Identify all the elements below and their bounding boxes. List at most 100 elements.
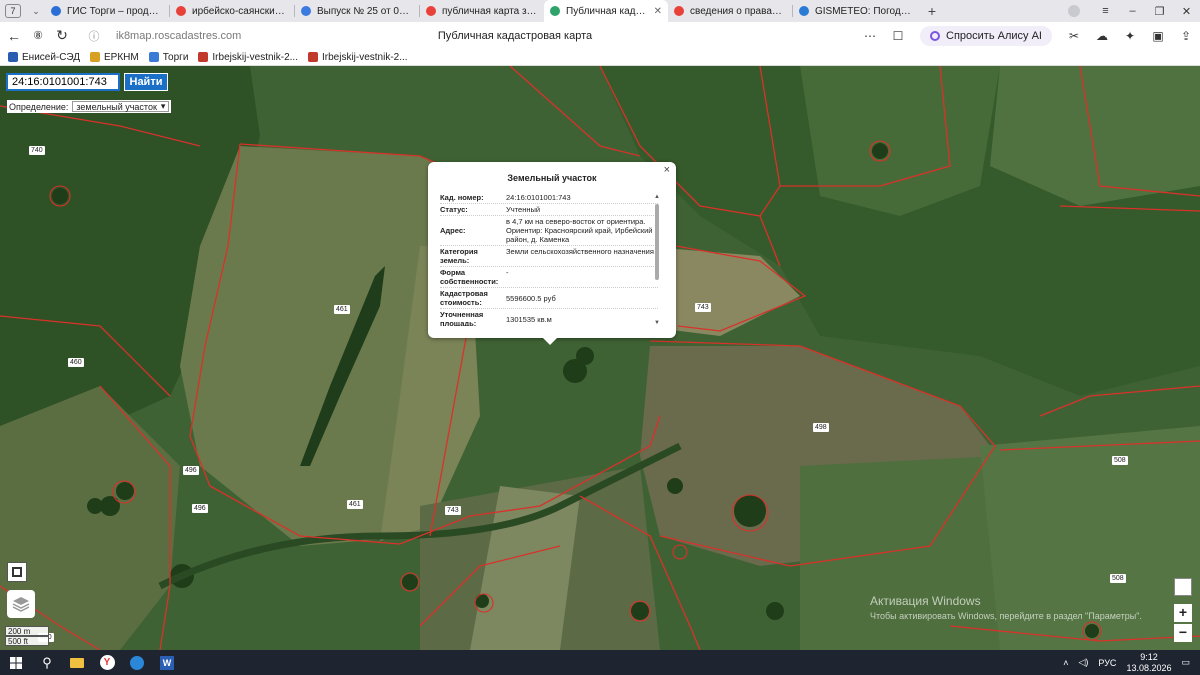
browser-tab[interactable]: ГИС Торги – продажи гос [45,0,169,22]
parcel-number-label[interactable]: 508 [1110,574,1126,583]
system-tray: ˄ ◁) РУС 9:12 13.08.2026 ▭ [1063,650,1200,675]
tab-close-icon[interactable]: ✕ [654,6,662,17]
clock[interactable]: 9:12 13.08.2026 [1126,652,1171,674]
tab-favicon-icon [176,6,186,16]
popup-title: Земельный участок [507,173,597,183]
definition-label: Определение: [9,101,69,112]
property-row: Форма собственности: - [440,267,658,288]
share-icon[interactable]: ⇪ [1172,29,1200,43]
parcel-number-label[interactable]: 508 [1112,456,1128,465]
browser-tab[interactable]: GISMETEO: Погода в Ирб [793,0,917,22]
yandex-home-icon[interactable]: ⑧ [26,29,50,42]
start-windows-icon[interactable] [0,650,32,675]
bookmark-item[interactable]: Торги [148,51,189,63]
window-controls: ≡ – ❐ ✕ [1068,0,1200,22]
map-viewport[interactable]: 740 461 460 743 498 508 496 496 461 743 … [0,66,1200,650]
site-info-icon[interactable]: ⓘ [82,28,106,44]
layers-button[interactable] [7,590,35,618]
edge-icon[interactable] [122,650,152,675]
parcel-number-label[interactable]: 461 [334,305,350,314]
tab-label: публичная карта земель [442,5,538,17]
zoom-out-button[interactable]: − [1174,624,1192,642]
tab-count-badge[interactable]: 7 [5,4,21,18]
tab-label: ирбейско-саянский вест [192,5,288,17]
browser-tab[interactable]: публичная карта земель [420,0,544,22]
bookmark-item[interactable]: ЕРКНМ [90,52,139,63]
tray-chevron-up-icon[interactable]: ˄ [1063,658,1068,668]
profile-avatar[interactable] [1068,5,1080,17]
bookmark-item[interactable]: Irbejskij-vestnik-2... [198,52,298,63]
word-icon[interactable]: W [152,650,182,675]
bookmark-label: Торги [162,51,189,63]
downloads-icon[interactable]: ☁ [1088,29,1116,43]
parcel-number-label[interactable]: 460 [68,358,84,367]
tab-favicon-icon [550,6,560,16]
file-explorer-icon[interactable] [62,650,92,675]
parcel-number-label[interactable]: 743 [445,506,461,515]
page-title: Публичная кадастровая карта [437,29,593,42]
browser-tab[interactable]: ирбейско-саянский вест [170,0,294,22]
restore-icon[interactable]: ❐ [1146,5,1173,18]
bookmark-favicon-icon [198,52,209,62]
property-value: Земли сельскохозяйственного назначения [506,247,654,256]
volume-icon[interactable]: ◁) [1078,657,1088,668]
property-value: в 4,7 км на северо-восток от ориентира. … [506,217,653,244]
parcel-number-label[interactable]: 496 [192,504,208,513]
map-extra-button[interactable] [1174,578,1192,596]
parcel-number-label[interactable]: 461 [347,500,363,509]
property-key: Уточненная площадь: [440,310,484,326]
popup-scrollbar[interactable]: ▲ ▼ [654,194,660,326]
property-row: Уточненная площадь: 1301535 кв.м [440,309,658,326]
close-window-icon[interactable]: ✕ [1173,5,1200,18]
browser-tab[interactable]: Выпуск № 25 от 08.07.202 [295,0,419,22]
collections-icon[interactable]: ▣ [1144,29,1172,43]
tab-label: GISMETEO: Погода в Ирб [815,5,911,17]
ask-alice-label: Спросить Алису AI [946,29,1042,42]
scale-metric: 200 m [5,626,49,636]
scroll-up-icon[interactable]: ▲ [654,194,660,200]
notifications-icon[interactable]: ▭ [1181,657,1190,668]
ask-alice-button[interactable]: Спросить Алису AI [920,25,1052,46]
more-dots-icon[interactable]: ⋯ [856,29,884,43]
close-icon[interactable]: × [664,164,670,176]
browser-tab[interactable]: сведения о правах на не [668,0,792,22]
yandex-browser-icon[interactable]: Y [92,650,122,675]
find-button[interactable]: Найти [124,73,168,91]
tab-label: Публичная кадастровая [566,5,650,17]
minimize-icon[interactable]: – [1119,5,1146,17]
tools-icon[interactable]: ✂ [1060,29,1088,43]
language-indicator[interactable]: РУС [1098,658,1116,668]
tab-list-chevron-icon[interactable]: ⌄ [27,6,45,17]
property-key: Форма собственности: [440,268,499,286]
parcel-number-label[interactable]: 498 [813,423,829,432]
property-row: Адрес: в 4,7 км на северо-восток от ориен… [440,216,658,246]
search-icon[interactable]: ⚲ [32,650,62,675]
zoom-in-button[interactable]: + [1174,604,1192,622]
back-arrow-icon[interactable]: ← [2,28,26,44]
bookmark-item[interactable]: Irbejskij-vestnik-2... [307,52,408,63]
scroll-thumb[interactable] [655,204,659,280]
reload-icon[interactable]: ↻ [50,27,74,44]
extensions-icon[interactable]: ✦ [1116,29,1144,43]
scroll-down-icon[interactable]: ▼ [654,320,660,326]
parcel-number-label[interactable]: 496 [183,466,199,475]
cadastre-search: Найти [6,73,168,93]
bookmark-item[interactable]: Енисей-СЭД [8,52,80,63]
tab-favicon-icon [799,6,809,16]
tab-label: сведения о правах на не [690,5,786,17]
bookmark-favicon-icon [148,52,159,62]
parcel-number-label[interactable]: 743 [695,303,711,312]
bookmark-favicon-icon [307,52,318,62]
tab-favicon-icon [674,6,684,16]
bookmark-icon[interactable]: ☐ [884,29,912,43]
address-bar: ← ⑧ ↻ ⓘ ik8map.roscadastres.com Публична… [0,22,1200,49]
menu-lines-icon[interactable]: ≡ [1092,5,1119,17]
new-tab-plus-icon[interactable]: + [921,3,943,19]
definition-select[interactable]: земельный участок ▾ [72,101,170,112]
parcel-number-label[interactable]: 740 [29,146,45,155]
url-text[interactable]: ik8map.roscadastres.com [116,30,296,42]
browser-tab-active[interactable]: Публичная кадастровая ✕ [544,0,668,22]
cadastral-number-input[interactable] [6,73,120,91]
fullscreen-button[interactable] [7,562,27,582]
property-value: Учтенный [506,205,541,214]
